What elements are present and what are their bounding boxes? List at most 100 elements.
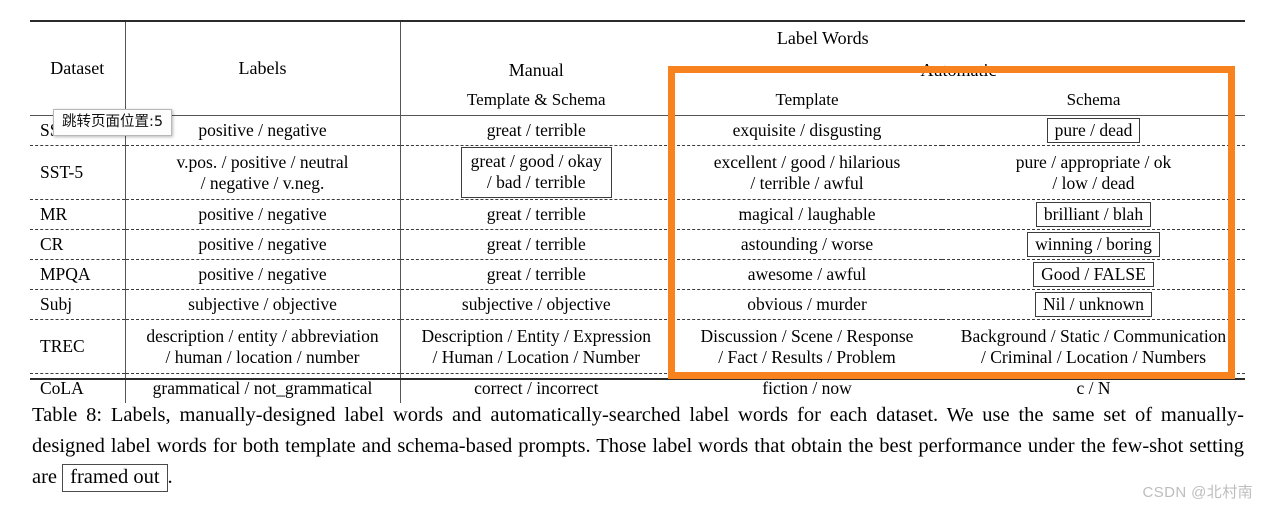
cell-auto-schema-label-words: Good / FALSE: [942, 259, 1245, 290]
cell-labels: positive / negative: [124, 229, 400, 260]
cell-manual-label-words: great / terrible: [399, 229, 672, 260]
table-row: MPQA positive / negative great / terrible a…: [30, 259, 1245, 290]
cell-dataset-name: MPQA: [30, 259, 125, 290]
csdn-watermark: CSDN @北村南: [1142, 484, 1253, 501]
table-row: SST-5 v.pos. / positive / neutral / negati…: [30, 145, 1245, 200]
value-line: / Criminal / Location / Numbers: [980, 346, 1207, 367]
cell-labels: v.pos. / positive / neutral / negative / …: [124, 145, 400, 200]
cell-labels: positive / negative: [124, 259, 400, 290]
value-line: astounding / worse: [740, 234, 874, 255]
value-line: excellent / good / hilarious: [713, 151, 901, 172]
header-row-group: Dataset Labels Label Words: [30, 22, 1245, 116]
column-subheader-manual-template-schema: Template & Schema: [399, 86, 672, 116]
cell-manual-label-words: great / good / okay / bad / terrible: [399, 145, 672, 200]
cell-auto-template-label-words: obvious / murder: [672, 289, 942, 320]
value-line: obvious / murder: [747, 294, 867, 315]
value-line: subjective / objective: [188, 294, 337, 315]
cell-labels: subjective / objective: [124, 289, 400, 320]
cell-dataset-name: MR: [30, 199, 125, 230]
value-line: description / entity / abbreviation: [146, 325, 379, 346]
column-header-label-words: Label Words: [399, 22, 1245, 56]
value-line: great / terrible: [486, 120, 586, 141]
value-line: positive / negative: [198, 204, 327, 225]
value-line: Discussion / Scene / Response: [700, 325, 914, 346]
value-line: awesome / awful: [747, 264, 867, 285]
cell-auto-schema-label-words: pure / dead: [942, 116, 1245, 146]
cell-auto-schema-label-words: Nil / unknown: [942, 289, 1245, 320]
cell-auto-template-label-words: excellent / good / hilarious / terrible /…: [672, 145, 942, 200]
cell-auto-template-label-words: astounding / worse: [672, 229, 942, 260]
value-line: / low / dead: [1052, 172, 1135, 193]
value-line: / Fact / Results / Problem: [718, 346, 896, 367]
value-line: v.pos. / positive / neutral: [176, 151, 349, 172]
cell-dataset-name: CR: [30, 229, 125, 260]
cell-manual-label-words: great / terrible: [399, 259, 672, 290]
column-header-manual: Manual: [399, 56, 672, 86]
label-words-table: Dataset Labels Label Words Manual Automa…: [30, 20, 1245, 403]
value-line: positive / negative: [198, 264, 327, 285]
paper-figure-page: Dataset Labels Label Words Manual Automa…: [0, 0, 1271, 509]
cell-auto-schema-label-words: brilliant / blah: [942, 199, 1245, 230]
cell-manual-label-words: great / terrible: [399, 116, 672, 146]
table-row: Subj subjective / objective subjective / o…: [30, 289, 1245, 320]
cell-auto-template-label-words: exquisite / disgusting: [672, 116, 942, 146]
value-line: positive / negative: [198, 234, 327, 255]
cell-auto-template-label-words: magical / laughable: [672, 199, 942, 230]
cell-manual-label-words: Description / Entity / Expression / Human…: [399, 319, 672, 374]
value-line: / human / location / number: [165, 346, 360, 367]
value-line: winning / boring: [1035, 233, 1152, 254]
value-line: Good / FALSE: [1041, 263, 1146, 284]
column-subheader-auto-template: Template: [775, 90, 839, 110]
table-row: SST-2positive / negativegreat / terrible…: [30, 116, 1245, 146]
cell-manual-label-words: subjective / objective: [399, 289, 672, 320]
cell-auto-schema-label-words: Background / Static / Communication / Cri…: [942, 319, 1245, 374]
framed-out-value: pure / dead: [1046, 117, 1141, 144]
column-header-automatic: Automatic: [920, 60, 997, 81]
table-bottom-rule: [30, 378, 1245, 380]
value-line: great / terrible: [486, 204, 586, 225]
framed-out-value: winning / boring: [1027, 231, 1160, 258]
framed-out-value: Nil / unknown: [1034, 291, 1153, 318]
value-line: / Human / Location / Number: [432, 346, 641, 367]
value-line: / terrible / awful: [750, 172, 864, 193]
value-line: great / terrible: [486, 234, 586, 255]
value-line: great / terrible: [486, 264, 586, 285]
value-line: brilliant / blah: [1043, 203, 1144, 224]
cell-auto-schema-label-words: winning / boring: [942, 229, 1245, 260]
value-line: magical / laughable: [738, 204, 876, 225]
framed-out-value: great / good / okay / bad / terrible: [460, 147, 612, 198]
value-line: exquisite / disgusting: [732, 120, 882, 141]
cell-auto-schema-label-words: pure / appropriate / ok / low / dead: [942, 145, 1245, 200]
value-line: Nil / unknown: [1042, 293, 1145, 314]
table-row: TREC description / entity / abbreviation /…: [30, 319, 1245, 374]
cell-labels: description / entity / abbreviation / hum…: [124, 319, 400, 374]
value-line: pure / appropriate / ok: [1015, 151, 1172, 172]
column-header-labels: Labels: [124, 22, 400, 116]
page-jump-tooltip: 跳转页面位置:5: [53, 109, 173, 137]
cell-dataset-name: SST-5: [30, 145, 125, 200]
caption-text-part1: Table 8: Labels, manually-designed label…: [32, 404, 1244, 489]
value-line: Background / Static / Communication: [960, 325, 1227, 346]
value-line: Description / Entity / Expression: [421, 325, 651, 346]
cell-auto-template-label-words: Discussion / Scene / Response / Fact / Re…: [672, 319, 942, 374]
caption-text-part2: .: [167, 466, 173, 489]
cell-manual-label-words: great / terrible: [399, 199, 672, 230]
cell-dataset-name: Subj: [30, 289, 125, 320]
value-line: / negative / v.neg.: [200, 172, 325, 193]
table-8-container: Dataset Labels Label Words Manual Automa…: [30, 20, 1245, 403]
value-line: c / N: [1076, 378, 1111, 399]
cell-auto-template-label-words: awesome / awful: [672, 259, 942, 290]
framed-out-value: Good / FALSE: [1033, 261, 1154, 288]
cell-labels: positive / negative: [124, 199, 400, 230]
value-line: / bad / terrible: [486, 172, 586, 192]
value-line: subjective / objective: [461, 294, 611, 315]
value-line: grammatical / not_grammatical: [152, 378, 373, 399]
framed-out-value: brilliant / blah: [1035, 201, 1152, 228]
value-line: fiction / now: [762, 378, 852, 399]
value-line: great / good / okay: [470, 151, 602, 172]
table-row: MR positive / negative great / terrible mag…: [30, 199, 1245, 230]
column-header-dataset: Dataset: [50, 57, 105, 78]
table-row: CR positive / negative great / terrible ast…: [30, 229, 1245, 260]
caption-framed-out-label: framed out: [62, 464, 168, 492]
column-subheader-auto-schema: Schema: [1066, 90, 1121, 110]
